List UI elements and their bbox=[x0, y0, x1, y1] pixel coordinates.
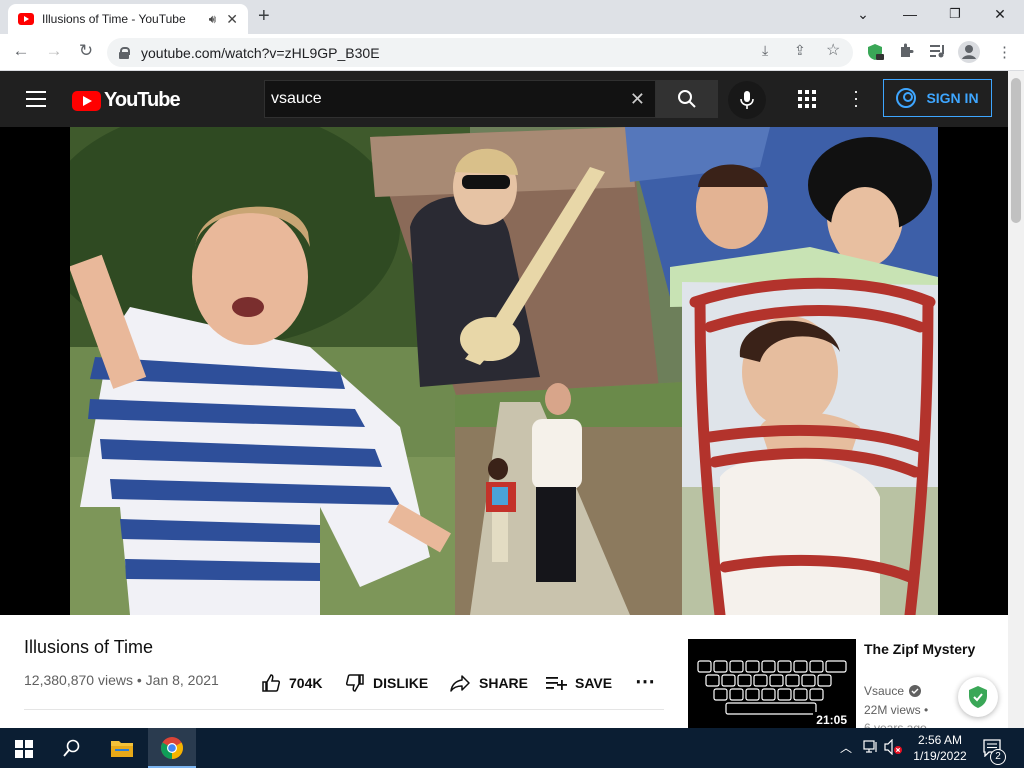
chrome-menu-icon[interactable]: ⋮ bbox=[997, 43, 1012, 61]
meta-separator: • bbox=[136, 672, 146, 688]
clock-date: 1/19/2022 bbox=[913, 749, 967, 763]
related-meta: 22M views • bbox=[864, 703, 928, 717]
video-collage-image bbox=[70, 127, 938, 615]
tab-close-icon[interactable]: ✕ bbox=[226, 11, 238, 28]
video-duration: 21:05 bbox=[813, 712, 850, 728]
minimize-button[interactable]: — bbox=[900, 6, 920, 22]
file-explorer-icon[interactable] bbox=[110, 738, 134, 763]
like-count: 704K bbox=[289, 675, 323, 691]
restore-button[interactable]: ❐ bbox=[945, 6, 965, 22]
scrollbar-thumb[interactable] bbox=[1011, 78, 1021, 223]
system-clock[interactable]: 2:56 AM 1/19/2022 bbox=[905, 732, 975, 764]
extensions-puzzle-icon[interactable] bbox=[898, 43, 914, 63]
video-frame-collage[interactable] bbox=[70, 127, 938, 615]
close-window-button[interactable]: ✕ bbox=[990, 6, 1010, 23]
playlist-add-icon bbox=[546, 677, 567, 690]
youtube-logo[interactable]: YouTube bbox=[72, 89, 181, 112]
youtube-logo-text: YouTube bbox=[104, 89, 181, 111]
search-button[interactable] bbox=[656, 80, 718, 118]
taskbar-chrome-button[interactable] bbox=[148, 728, 196, 768]
apps-grid-icon[interactable] bbox=[798, 90, 816, 108]
address-bar[interactable]: youtube.com/watch?v=zHL9GP_B30E bbox=[107, 38, 853, 67]
share-page-icon[interactable]: ⇪ bbox=[794, 42, 806, 59]
network-icon[interactable] bbox=[863, 740, 879, 759]
search-icon bbox=[678, 90, 696, 108]
windows-taskbar: ︿ 2:56 AM 1/19/2022 2 bbox=[0, 728, 1024, 768]
show-hidden-icons-chevron-icon[interactable]: ︿ bbox=[840, 739, 852, 756]
related-upload-age: 6 years ago bbox=[864, 721, 927, 728]
profile-avatar-icon[interactable] bbox=[958, 41, 980, 67]
lock-icon[interactable] bbox=[119, 46, 130, 59]
browser-tab-strip: Illusions of Time - YouTube 🔊︎ ✕ + ⌄ — ❐… bbox=[0, 0, 1024, 34]
account-icon bbox=[896, 88, 917, 108]
share-arrow-icon bbox=[450, 675, 470, 692]
sign-in-label: SIGN IN bbox=[926, 90, 979, 106]
thumbs-down-icon bbox=[345, 674, 364, 692]
search-box: ✕ bbox=[264, 80, 656, 118]
settings-more-icon[interactable]: · · · bbox=[853, 82, 859, 114]
tab-search-icon[interactable]: ⌄ bbox=[853, 6, 873, 23]
extension-shield-icon[interactable] bbox=[866, 43, 884, 65]
clear-search-icon[interactable]: ✕ bbox=[630, 89, 645, 110]
security-extension-badge[interactable] bbox=[958, 677, 998, 717]
reload-icon[interactable]: ↻ bbox=[75, 41, 97, 61]
save-button[interactable]: SAVE bbox=[545, 673, 612, 693]
verified-check-icon bbox=[909, 685, 922, 697]
voice-search-button[interactable] bbox=[728, 81, 766, 119]
video-player[interactable] bbox=[0, 127, 1008, 615]
related-meta-separator: • bbox=[924, 703, 929, 717]
install-icon[interactable]: ⤓ bbox=[762, 42, 768, 59]
forward-arrow-icon[interactable]: → bbox=[43, 41, 65, 61]
upload-date: Jan 8, 2021 bbox=[145, 672, 219, 688]
related-view-count: 22M views bbox=[864, 703, 921, 717]
more-actions-icon[interactable]: ⋯ bbox=[635, 669, 655, 694]
chrome-logo-icon bbox=[161, 737, 183, 759]
info-divider bbox=[24, 709, 664, 710]
tab-audio-icon[interactable]: 🔊︎ bbox=[209, 12, 217, 27]
notification-count-badge: 2 bbox=[990, 749, 1006, 765]
back-arrow-icon[interactable]: ← bbox=[10, 41, 32, 61]
media-controls-icon[interactable] bbox=[929, 43, 947, 63]
microphone-icon bbox=[740, 91, 754, 109]
dislike-button[interactable]: DISLIKE bbox=[345, 673, 428, 693]
browser-tab[interactable]: Illusions of Time - YouTube 🔊︎ ✕ bbox=[8, 4, 248, 34]
related-channel-name: Vsauce bbox=[864, 684, 905, 698]
youtube-header: YouTube ✕ ··· SIGN IN bbox=[0, 71, 1008, 127]
menu-icon[interactable] bbox=[26, 91, 46, 107]
taskbar-search-icon[interactable] bbox=[63, 739, 81, 762]
shield-check-icon bbox=[969, 686, 987, 708]
volume-muted-icon[interactable] bbox=[884, 738, 902, 760]
tab-title: Illusions of Time - YouTube bbox=[42, 12, 186, 26]
view-count: 12,380,870 views bbox=[24, 672, 133, 688]
related-channel[interactable]: Vsauce bbox=[864, 684, 922, 698]
video-meta: 12,380,870 views • Jan 8, 2021 bbox=[24, 672, 219, 688]
like-button[interactable]: 704K bbox=[261, 673, 322, 693]
thumbs-up-icon bbox=[262, 674, 281, 692]
save-label: SAVE bbox=[575, 675, 613, 691]
sign-in-button[interactable]: SIGN IN bbox=[883, 79, 992, 117]
clock-time: 2:56 AM bbox=[917, 733, 963, 747]
watch-info: Illusions of Time 12,380,870 views • Jan… bbox=[0, 615, 1008, 728]
bookmark-star-icon[interactable]: ☆ bbox=[826, 40, 840, 60]
address-url: youtube.com/watch?v=zHL9GP_B30E bbox=[141, 44, 380, 61]
related-video-thumbnail[interactable]: 21:05 bbox=[688, 639, 856, 728]
related-video-title[interactable]: The Zipf Mystery bbox=[864, 639, 984, 659]
search-input[interactable] bbox=[265, 90, 630, 108]
windows-start-icon[interactable] bbox=[15, 740, 33, 763]
dislike-label: DISLIKE bbox=[373, 675, 429, 691]
video-title: Illusions of Time bbox=[24, 637, 154, 657]
browser-toolbar: ← → ↻ youtube.com/watch?v=zHL9GP_B30E ⤓ … bbox=[0, 34, 1024, 71]
share-label: SHARE bbox=[479, 675, 529, 691]
new-tab-button[interactable]: + bbox=[258, 5, 270, 28]
youtube-favicon-icon bbox=[18, 13, 34, 25]
share-button[interactable]: SHARE bbox=[449, 673, 528, 693]
youtube-play-logo-icon bbox=[72, 90, 101, 111]
